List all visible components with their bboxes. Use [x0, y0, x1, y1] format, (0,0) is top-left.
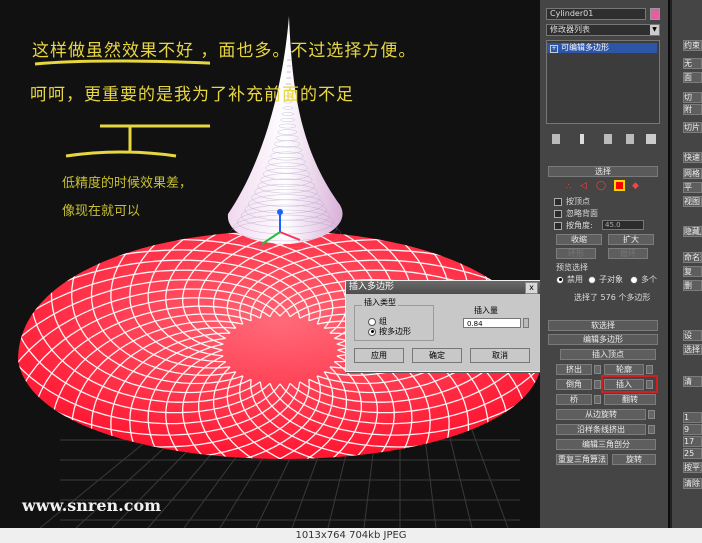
secondary-panel-item[interactable]: 网格: [683, 168, 702, 179]
show-end-result-icon[interactable]: [580, 134, 584, 144]
image-info-bar: 1013x764 704kb JPEG: [0, 528, 702, 543]
inset-polygon-dialog: 插入多边形 x 插入类型 组 按多边形 插入量 0.84 应用 确定 取消: [345, 280, 540, 372]
ignore-backfacing-checkbox[interactable]: [554, 210, 562, 218]
secondary-panel-item[interactable]: 命名选: [683, 252, 702, 263]
soft-selection-rollout-header[interactable]: 软选择: [548, 320, 658, 331]
spinner-arrows-icon[interactable]: [523, 318, 529, 328]
grow-button[interactable]: 扩大: [608, 234, 654, 245]
by-vertex-checkbox[interactable]: [554, 198, 562, 206]
dialog-title: 插入多边形 x: [346, 281, 540, 294]
element-icon[interactable]: ◆: [632, 181, 639, 191]
pin-stack-icon[interactable]: [552, 134, 560, 144]
polygon-icon[interactable]: [614, 180, 625, 191]
extrude-button[interactable]: 挤出: [556, 364, 592, 375]
secondary-panel-item[interactable]: 快速: [683, 152, 702, 163]
vertex-icon[interactable]: ∴: [566, 182, 571, 191]
radio-by-polygon[interactable]: 按多边形: [368, 326, 411, 337]
angle-input[interactable]: 45.0: [602, 220, 644, 230]
outline-settings-icon[interactable]: [646, 365, 653, 374]
object-color-swatch[interactable]: [650, 8, 660, 20]
secondary-panel-item[interactable]: 选择: [683, 344, 702, 355]
hinge-from-edge-button[interactable]: 从边旋转: [556, 409, 646, 420]
inset-type-label: 插入类型: [362, 297, 398, 308]
secondary-panel-item[interactable]: 切: [683, 92, 702, 103]
object-name-field[interactable]: Cylinder01: [546, 8, 646, 20]
secondary-panel-item[interactable]: 按平滑: [683, 462, 702, 473]
secondary-panel-item[interactable]: 切片: [683, 122, 702, 133]
secondary-panel-item[interactable]: 无: [683, 58, 702, 69]
watermark: www.snren.com: [22, 496, 162, 515]
secondary-panel-item[interactable]: 17: [683, 436, 702, 447]
by-vertex-label: 按顶点: [566, 197, 590, 206]
subobject-icons: ∴ ◁ ◯ ◆: [560, 180, 650, 192]
bevel-button[interactable]: 倒角: [556, 379, 592, 390]
inset-amount-input[interactable]: 0.84: [463, 318, 521, 328]
by-angle-checkbox[interactable]: [554, 222, 562, 230]
edge-icon[interactable]: ◁: [580, 181, 587, 191]
secondary-panel-item[interactable]: 约束: [683, 40, 702, 51]
secondary-panel-item[interactable]: 附: [683, 104, 702, 115]
make-unique-icon[interactable]: [604, 134, 612, 144]
edit-polygons-rollout-header[interactable]: 编辑多边形: [548, 334, 658, 345]
extrude-settings-icon[interactable]: [594, 365, 601, 374]
secondary-panel-item[interactable]: 设: [683, 330, 702, 341]
secondary-panel-item[interactable]: 清除: [683, 478, 702, 489]
turn-button[interactable]: 旋转: [612, 454, 656, 465]
insert-vertex-button[interactable]: 插入顶点: [560, 349, 656, 360]
shrink-button[interactable]: 收缩: [556, 234, 602, 245]
modifier-list-dropdown[interactable]: 修改器列表 ▼: [546, 24, 660, 36]
preview-off-radio[interactable]: 禁用: [556, 274, 583, 285]
outline-button[interactable]: 轮廓: [604, 364, 644, 375]
secondary-panel-item[interactable]: 隐藏成: [683, 226, 702, 237]
inset-settings-icon[interactable]: [646, 380, 653, 389]
border-icon[interactable]: ◯: [596, 181, 606, 191]
modifier-stack: 可编辑多边形 +: [546, 40, 660, 124]
ok-button[interactable]: 确定: [412, 348, 462, 363]
secondary-panel-item[interactable]: 9: [683, 424, 702, 435]
by-angle-label: 按角度:: [566, 221, 593, 230]
secondary-panel-item[interactable]: 25: [683, 448, 702, 459]
bridge-button[interactable]: 桥: [556, 394, 592, 405]
secondary-panel-item[interactable]: 1: [683, 412, 702, 423]
loop-button[interactable]: 循环: [608, 248, 648, 259]
expand-icon[interactable]: +: [550, 45, 558, 53]
close-icon[interactable]: x: [525, 282, 538, 294]
viewport-3d[interactable]: 这样做虽然效果不好 ，面也多。不过选择方便。 呵呵，更重要的是我为了补充前面的不…: [0, 0, 540, 528]
edit-triangulation-button[interactable]: 编辑三角剖分: [556, 439, 656, 450]
apply-button[interactable]: 应用: [354, 348, 404, 363]
preview-selection-label: 预览选择: [556, 263, 588, 272]
selection-status: 选择了 576 个多边形: [574, 293, 651, 302]
cancel-button[interactable]: 取消: [470, 348, 530, 363]
configure-sets-icon[interactable]: [646, 134, 656, 144]
annotation-small-1: 低精度的时候效果差，: [62, 176, 193, 191]
bevel-settings-icon[interactable]: [594, 380, 601, 389]
preview-multiple-radio[interactable]: 多个: [630, 274, 657, 285]
secondary-panel-item[interactable]: 删: [683, 280, 702, 291]
ring-button[interactable]: 环形: [556, 248, 596, 259]
flip-button[interactable]: 翻转: [604, 394, 656, 405]
extrude-spline-settings-icon[interactable]: [648, 425, 655, 434]
annotation-small-2: 像现在就可以: [62, 204, 141, 219]
chevron-down-icon: ▼: [650, 25, 659, 35]
bridge-settings-icon[interactable]: [594, 395, 601, 404]
secondary-panel-item[interactable]: 面: [683, 72, 702, 83]
secondary-panel-item[interactable]: 平: [683, 182, 702, 193]
hinge-settings-icon[interactable]: [648, 410, 655, 419]
screenshot-frame: 这样做虽然效果不好 ，面也多。不过选择方便。 呵呵，更重要的是我为了补充前面的不…: [0, 0, 702, 528]
secondary-panel-item[interactable]: 视图: [683, 196, 702, 207]
stack-toolbar: [546, 132, 660, 146]
selection-rollout-header[interactable]: 选择: [548, 166, 658, 177]
inset-button[interactable]: 插入: [604, 379, 644, 390]
stack-item-editable-poly[interactable]: 可编辑多边形: [547, 43, 657, 53]
retriangulate-button[interactable]: 重复三角算法: [556, 454, 608, 465]
remove-modifier-icon[interactable]: [626, 134, 634, 144]
preview-subobject-radio[interactable]: 子对象: [588, 274, 623, 285]
secondary-panel-item[interactable]: 清: [683, 376, 702, 387]
ignore-backfacing-label: 忽略背面: [566, 209, 598, 218]
secondary-panel-item[interactable]: 复: [683, 266, 702, 277]
annotation-bracket: [34, 59, 210, 158]
inset-amount-label: 插入量: [474, 306, 498, 315]
extrude-along-spline-button[interactable]: 沿样条线挤出: [556, 424, 646, 435]
